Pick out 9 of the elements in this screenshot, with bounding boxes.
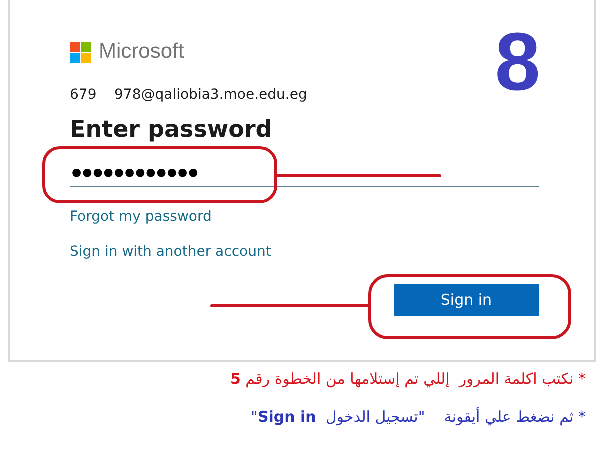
- account-email: 679 978@qaliobia3.moe.edu.eg: [70, 87, 308, 103]
- link[interactable]: Forgot my password: [70, 209, 212, 225]
- brand-name: Microsoft: [99, 40, 184, 64]
- sign-in-button[interactable]: Sign in: [394, 284, 539, 316]
- link[interactable]: Sign in with another account: [70, 244, 272, 260]
- step-number: 8: [495, 22, 541, 104]
- page-heading: Enter password: [70, 117, 272, 143]
- password-field[interactable]: ●●●●●●●●●●●●: [70, 160, 539, 187]
- microsoft-logo-icon: [70, 42, 91, 62]
